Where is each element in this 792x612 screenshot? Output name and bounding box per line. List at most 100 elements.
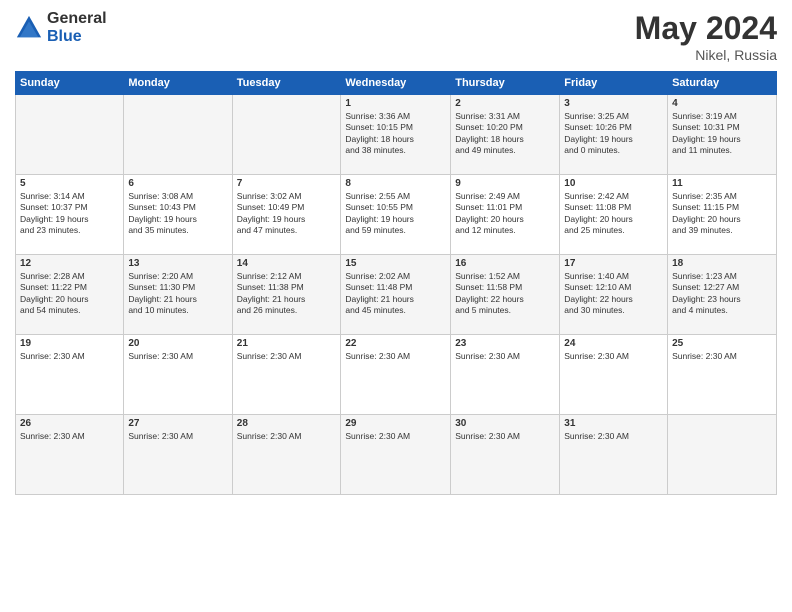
calendar-cell: 26 Sunrise: 2:30 AM bbox=[16, 415, 124, 495]
day-number: 1 bbox=[345, 98, 446, 109]
calendar-cell: 31 Sunrise: 2:30 AM bbox=[560, 415, 668, 495]
day-number: 24 bbox=[564, 338, 663, 349]
calendar-cell: 25 Sunrise: 2:30 AM bbox=[668, 335, 777, 415]
day-number: 2 bbox=[455, 98, 555, 109]
calendar-cell: 23 Sunrise: 2:30 AM bbox=[451, 335, 560, 415]
day-info: Sunrise: 1:23 AMSunset: 12:27 AMDaylight… bbox=[672, 271, 772, 317]
day-info: Sunrise: 2:30 AM bbox=[455, 431, 555, 442]
calendar-cell: 5 Sunrise: 3:14 AMSunset: 10:37 PMDayligh… bbox=[16, 175, 124, 255]
day-info: Sunrise: 2:12 AMSunset: 11:38 PMDaylight… bbox=[237, 271, 337, 317]
day-number: 30 bbox=[455, 418, 555, 429]
day-info: Sunrise: 2:30 AM bbox=[237, 351, 337, 362]
day-header-saturday: Saturday bbox=[668, 72, 777, 95]
calendar-cell bbox=[232, 95, 341, 175]
calendar-cell: 2 Sunrise: 3:31 AMSunset: 10:20 PMDayligh… bbox=[451, 95, 560, 175]
calendar-week-2: 5 Sunrise: 3:14 AMSunset: 10:37 PMDayligh… bbox=[16, 175, 777, 255]
calendar-cell: 19 Sunrise: 2:30 AM bbox=[16, 335, 124, 415]
page: General Blue May 2024 Nikel, Russia Sund… bbox=[0, 0, 792, 612]
day-number: 10 bbox=[564, 178, 663, 189]
calendar-cell: 28Sunrise: 2:30 AM bbox=[232, 415, 341, 495]
day-number: 18 bbox=[672, 258, 772, 269]
calendar-cell: 13Sunrise: 2:20 AMSunset: 11:30 PMDaylig… bbox=[124, 255, 232, 335]
calendar-cell bbox=[124, 95, 232, 175]
calendar-cell: 1 Sunrise: 3:36 AMSunset: 10:15 PMDayligh… bbox=[341, 95, 451, 175]
logo-text: General Blue bbox=[47, 10, 107, 45]
day-number: 4 bbox=[672, 98, 772, 109]
day-info: Sunrise: 2:30 AM bbox=[564, 431, 663, 442]
calendar-cell bbox=[16, 95, 124, 175]
day-number: 16 bbox=[455, 258, 555, 269]
calendar: SundayMondayTuesdayWednesdayThursdayFrid… bbox=[15, 71, 777, 495]
day-number: 3 bbox=[564, 98, 663, 109]
day-number: 23 bbox=[455, 338, 555, 349]
day-number: 15 bbox=[345, 258, 446, 269]
title-location: Nikel, Russia bbox=[635, 47, 777, 63]
day-info: Sunrise: 3:36 AMSunset: 10:15 PMDaylight… bbox=[345, 111, 446, 157]
calendar-cell: 14 Sunrise: 2:12 AMSunset: 11:38 PMDaylig… bbox=[232, 255, 341, 335]
calendar-cell: 30 Sunrise: 2:30 AM bbox=[451, 415, 560, 495]
day-number: 19 bbox=[20, 338, 119, 349]
calendar-cell: 9 Sunrise: 2:49 AMSunset: 11:01 PMDayligh… bbox=[451, 175, 560, 255]
day-number: 25 bbox=[672, 338, 772, 349]
day-info: Sunrise: 2:49 AMSunset: 11:01 PMDaylight… bbox=[455, 191, 555, 237]
day-info: Sunrise: 3:02 AMSunset: 10:49 PMDaylight… bbox=[237, 191, 337, 237]
calendar-week-3: 12Sunrise: 2:28 AMSunset: 11:22 PMDaylig… bbox=[16, 255, 777, 335]
calendar-header-row: SundayMondayTuesdayWednesdayThursdayFrid… bbox=[16, 72, 777, 95]
day-number: 9 bbox=[455, 178, 555, 189]
calendar-cell: 4 Sunrise: 3:19 AMSunset: 10:31 PMDayligh… bbox=[668, 95, 777, 175]
logo-icon bbox=[15, 14, 43, 42]
calendar-cell: 27 Sunrise: 2:30 AM bbox=[124, 415, 232, 495]
day-info: Sunrise: 3:19 AMSunset: 10:31 PMDaylight… bbox=[672, 111, 772, 157]
day-number: 22 bbox=[345, 338, 446, 349]
day-header-friday: Friday bbox=[560, 72, 668, 95]
calendar-cell: 22 Sunrise: 2:30 AM bbox=[341, 335, 451, 415]
day-info: Sunrise: 2:20 AMSunset: 11:30 PMDaylight… bbox=[128, 271, 227, 317]
day-info: Sunrise: 2:30 AM bbox=[672, 351, 772, 362]
day-number: 17 bbox=[564, 258, 663, 269]
day-info: Sunrise: 2:30 AM bbox=[455, 351, 555, 362]
day-info: Sunrise: 3:25 AMSunset: 10:26 PMDaylight… bbox=[564, 111, 663, 157]
day-info: Sunrise: 2:42 AMSunset: 11:08 PMDaylight… bbox=[564, 191, 663, 237]
day-header-sunday: Sunday bbox=[16, 72, 124, 95]
day-info: Sunrise: 3:14 AMSunset: 10:37 PMDaylight… bbox=[20, 191, 119, 237]
day-number: 5 bbox=[20, 178, 119, 189]
day-header-monday: Monday bbox=[124, 72, 232, 95]
day-info: Sunrise: 3:31 AMSunset: 10:20 PMDaylight… bbox=[455, 111, 555, 157]
day-number: 28 bbox=[237, 418, 337, 429]
calendar-cell: 6Sunrise: 3:08 AMSunset: 10:43 PMDayligh… bbox=[124, 175, 232, 255]
logo-general: General bbox=[47, 10, 107, 28]
day-number: 26 bbox=[20, 418, 119, 429]
title-month: May 2024 bbox=[635, 10, 777, 47]
day-number: 11 bbox=[672, 178, 772, 189]
calendar-cell: 21 Sunrise: 2:30 AM bbox=[232, 335, 341, 415]
day-info: Sunrise: 2:30 AM bbox=[345, 431, 446, 442]
day-info: Sunrise: 2:28 AMSunset: 11:22 PMDaylight… bbox=[20, 271, 119, 317]
calendar-cell: 15Sunrise: 2:02 AMSunset: 11:48 PMDaylig… bbox=[341, 255, 451, 335]
day-number: 14 bbox=[237, 258, 337, 269]
day-number: 31 bbox=[564, 418, 663, 429]
logo: General Blue bbox=[15, 10, 107, 45]
calendar-cell: 24Sunrise: 2:30 AM bbox=[560, 335, 668, 415]
day-number: 20 bbox=[128, 338, 227, 349]
day-info: Sunrise: 2:30 AM bbox=[128, 431, 227, 442]
calendar-week-4: 19 Sunrise: 2:30 AM 20 Sunrise: 2:30 AM 21 Su… bbox=[16, 335, 777, 415]
day-header-thursday: Thursday bbox=[451, 72, 560, 95]
calendar-cell: 11 Sunrise: 2:35 AMSunset: 11:15 PMDaylig… bbox=[668, 175, 777, 255]
title-block: May 2024 Nikel, Russia bbox=[635, 10, 777, 63]
day-info: Sunrise: 1:40 AMSunset: 12:10 AMDaylight… bbox=[564, 271, 663, 317]
calendar-cell: 18 Sunrise: 1:23 AMSunset: 12:27 AMDaylig… bbox=[668, 255, 777, 335]
day-info: Sunrise: 2:30 AM bbox=[20, 431, 119, 442]
calendar-cell: 7 Sunrise: 3:02 AMSunset: 10:49 PMDayligh… bbox=[232, 175, 341, 255]
calendar-cell: 3 Sunrise: 3:25 AMSunset: 10:26 PMDayligh… bbox=[560, 95, 668, 175]
day-info: Sunrise: 2:30 AM bbox=[345, 351, 446, 362]
day-header-wednesday: Wednesday bbox=[341, 72, 451, 95]
day-info: Sunrise: 2:30 AM bbox=[20, 351, 119, 362]
day-number: 8 bbox=[345, 178, 446, 189]
day-number: 21 bbox=[237, 338, 337, 349]
day-number: 7 bbox=[237, 178, 337, 189]
logo-blue: Blue bbox=[47, 28, 107, 46]
calendar-cell: 16Sunrise: 1:52 AMSunset: 11:58 PMDaylig… bbox=[451, 255, 560, 335]
day-number: 27 bbox=[128, 418, 227, 429]
day-info: Sunrise: 2:35 AMSunset: 11:15 PMDaylight… bbox=[672, 191, 772, 237]
calendar-cell: 29Sunrise: 2:30 AM bbox=[341, 415, 451, 495]
